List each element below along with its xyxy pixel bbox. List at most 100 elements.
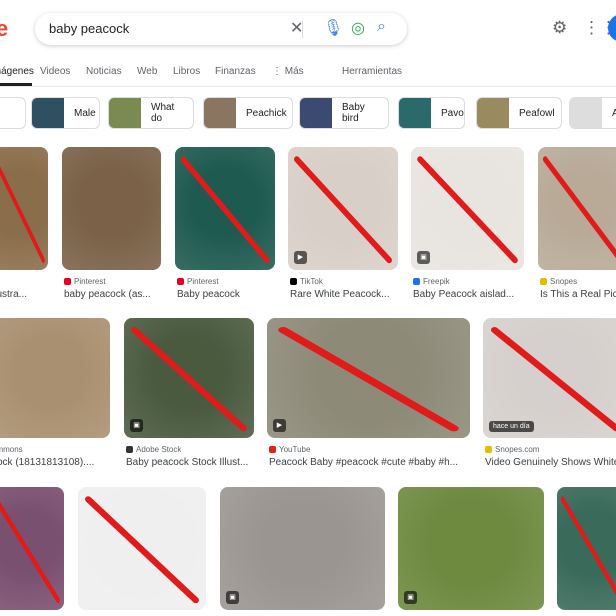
related-search-chip[interactable]: What do xyxy=(108,97,194,129)
result-source[interactable]: Snopes.com xyxy=(485,445,539,454)
source-favicon xyxy=(485,446,492,453)
result-source[interactable]: Snopes xyxy=(540,277,577,286)
chip-label: like xyxy=(0,108,6,119)
chip-thumbnail xyxy=(204,98,236,128)
image-result[interactable]: ▶ xyxy=(267,318,470,438)
source-name: Pinterest xyxy=(74,277,106,286)
red-slash-mark xyxy=(542,156,616,259)
source-name: Pinterest xyxy=(187,277,219,286)
image-icon: ▣ xyxy=(130,419,143,432)
chip-label: Peafowl xyxy=(519,107,555,119)
source-favicon xyxy=(177,278,184,285)
image-result[interactable]: ▶ xyxy=(288,147,398,270)
result-title[interactable]: Is This a Real Pic xyxy=(540,289,616,300)
chip-label: Baby bird xyxy=(342,102,365,124)
image-result[interactable] xyxy=(175,147,275,270)
result-source[interactable]: TikTok xyxy=(290,277,323,286)
image-result[interactable] xyxy=(557,487,616,610)
thumbnail xyxy=(0,318,110,438)
source-name: Snopes xyxy=(550,277,578,286)
image-result[interactable] xyxy=(62,147,161,270)
chip-label: What do xyxy=(151,102,175,124)
related-search-chip[interactable]: Peachick xyxy=(203,97,293,129)
image-result[interactable]: ▣ xyxy=(411,147,524,270)
tab-more-label: Más xyxy=(284,66,304,77)
time-badge: hace un día xyxy=(489,421,534,432)
image-result[interactable] xyxy=(78,487,206,610)
google-logo[interactable]: e xyxy=(0,16,8,42)
tab-more[interactable]: ⋮ Más xyxy=(272,66,304,77)
image-icon: ▣ xyxy=(404,591,417,604)
image-result[interactable]: ▣ xyxy=(398,487,544,610)
result-source[interactable]: Freepik xyxy=(413,277,450,286)
result-title[interactable]: ilustra... xyxy=(0,289,27,300)
result-title[interactable]: Baby peacock Stock Illust... xyxy=(126,457,248,468)
image-icon: ▣ xyxy=(226,591,239,604)
tab-books[interactable]: Libros xyxy=(173,66,200,77)
result-title[interactable]: Baby Peacock aislad... xyxy=(413,289,514,300)
result-title[interactable]: Baby peacock xyxy=(177,289,240,300)
result-source[interactable]: ommons xyxy=(0,445,23,454)
source-name: Snopes.com xyxy=(495,445,540,454)
thumbnail xyxy=(62,147,161,270)
source-favicon xyxy=(269,446,276,453)
tab-web[interactable]: Web xyxy=(137,66,157,77)
related-search-chip[interactable]: Male xyxy=(31,97,100,129)
tools-button[interactable]: Herramientas xyxy=(342,66,402,77)
result-source[interactable]: Adobe Stock xyxy=(126,445,181,454)
tab-videos[interactable]: Videos xyxy=(40,66,70,77)
chip-label: A xyxy=(602,108,616,119)
chip-thumbnail xyxy=(32,98,64,128)
image-icon: ▣ xyxy=(417,251,430,264)
result-source[interactable]: Pinterest xyxy=(64,277,106,286)
red-slash-mark xyxy=(278,327,459,432)
red-slash-mark xyxy=(180,156,270,264)
divider xyxy=(0,86,616,87)
result-title[interactable]: Video Genuinely Shows White xyxy=(485,457,616,468)
source-favicon xyxy=(540,278,547,285)
image-result[interactable]: ▣ xyxy=(220,487,385,610)
search-box[interactable]: baby peacock ✕ 🎙 ◎ ⌕ xyxy=(35,13,407,45)
result-title[interactable]: cock (18131813108).... xyxy=(0,457,94,468)
thumbnail xyxy=(398,487,544,610)
play-icon: ▶ xyxy=(273,419,286,432)
gear-icon[interactable]: ⚙ xyxy=(552,18,567,38)
chip-thumbnail xyxy=(477,98,509,128)
result-title[interactable]: baby peacock (as... xyxy=(64,289,151,300)
related-search-chip[interactable]: Peafowl xyxy=(476,97,562,129)
search-icon[interactable]: ⌕ xyxy=(377,18,386,36)
image-result[interactable] xyxy=(0,147,48,270)
result-title[interactable]: Rare White Peacock... xyxy=(290,289,389,300)
related-search-chip[interactable]: Pavo xyxy=(398,97,465,129)
related-search-chip[interactable]: Baby bird xyxy=(299,97,389,129)
play-icon: ▶ xyxy=(294,251,307,264)
chip-thumbnail xyxy=(300,98,332,128)
result-source[interactable]: Pinterest xyxy=(177,277,219,286)
image-result[interactable]: ▣ xyxy=(124,318,254,438)
tab-news[interactable]: Noticias xyxy=(86,66,122,77)
red-slash-mark xyxy=(85,496,199,604)
image-result[interactable] xyxy=(538,147,616,270)
image-result[interactable]: hace un día xyxy=(483,318,616,438)
source-name: Adobe Stock xyxy=(136,445,182,454)
related-search-chip[interactable]: like xyxy=(0,97,26,129)
related-search-chip[interactable]: A xyxy=(569,97,616,129)
source-favicon xyxy=(290,278,297,285)
search-input[interactable]: baby peacock xyxy=(49,21,129,36)
source-favicon xyxy=(413,278,420,285)
result-title[interactable]: Peacock Baby #peacock #cute #baby #h... xyxy=(269,457,458,468)
lens-icon[interactable]: ◎ xyxy=(351,18,365,38)
result-source[interactable]: YouTube xyxy=(269,445,310,454)
chip-thumbnail xyxy=(570,98,602,128)
microphone-icon[interactable]: 🎙 xyxy=(323,18,343,38)
chip-thumbnail xyxy=(109,98,141,128)
tab-finance[interactable]: Finanzas xyxy=(215,66,256,77)
red-slash-mark xyxy=(131,327,247,432)
image-result[interactable] xyxy=(0,487,64,610)
red-slash-mark xyxy=(490,327,616,432)
red-slash-mark xyxy=(0,166,45,264)
image-result[interactable] xyxy=(0,318,110,438)
chip-label: Peachick xyxy=(246,107,287,119)
source-name: YouTube xyxy=(279,445,311,454)
tab-images[interactable]: Imágenes xyxy=(0,66,34,77)
